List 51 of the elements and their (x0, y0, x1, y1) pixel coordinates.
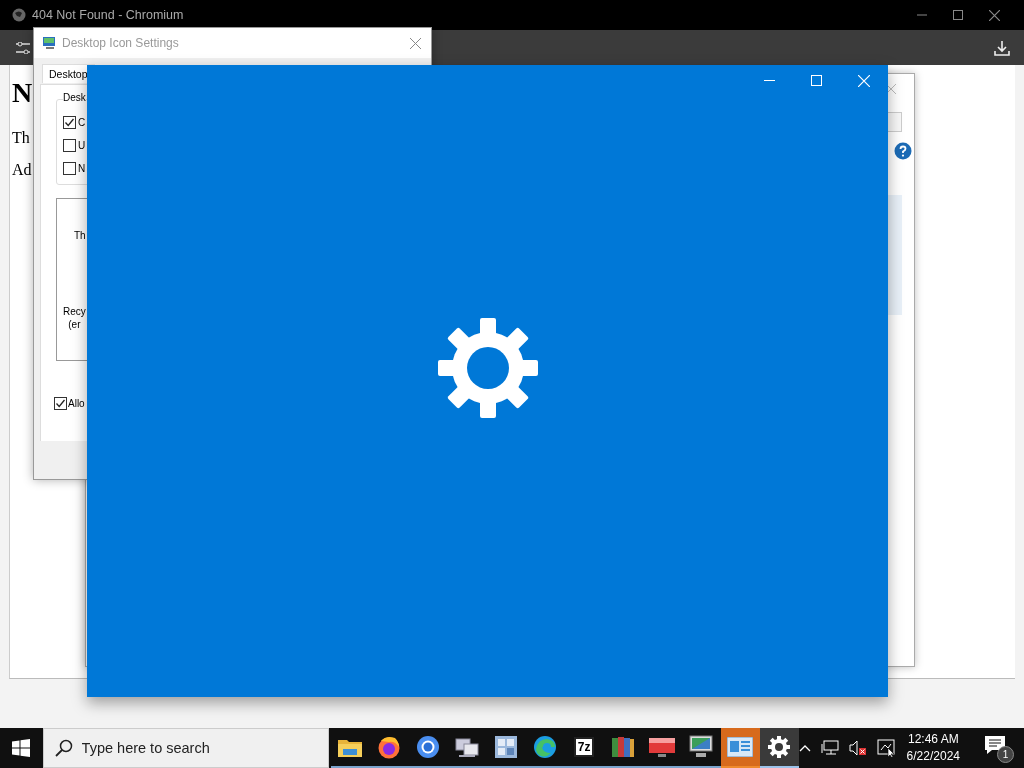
maximize-icon[interactable] (953, 10, 963, 20)
checkbox-label: Allo (68, 398, 85, 409)
tray-app-icon[interactable] (876, 739, 895, 757)
checkbox[interactable] (54, 397, 67, 410)
checkbox[interactable] (63, 116, 76, 129)
clock-date: 6/22/2024 (906, 748, 960, 765)
page-text: Ad (12, 161, 32, 179)
icon-label: Recy (63, 305, 86, 318)
checkbox[interactable] (63, 162, 76, 175)
window-title: 404 Not Found - Chromium (32, 8, 184, 22)
grid-icon[interactable] (495, 736, 518, 758)
globe-icon (12, 8, 26, 22)
clock-time: 12:46 AM (907, 731, 959, 748)
taskbar-app-button[interactable]: 7z (564, 728, 604, 768)
notification-count-badge: 1 (997, 746, 1014, 763)
firefox-icon[interactable] (377, 735, 402, 759)
group-label: Desk (63, 92, 86, 103)
checkbox[interactable] (63, 139, 76, 152)
monitor-icon[interactable] (649, 736, 676, 758)
windows-logo-icon[interactable] (12, 739, 31, 757)
dialog-title: Desktop Icon Settings (62, 36, 180, 50)
network-icon[interactable] (820, 740, 839, 756)
settings-icon (437, 318, 538, 418)
chromium-icon[interactable] (416, 735, 441, 759)
monitor-icon (43, 36, 56, 50)
icon-label: Th (74, 229, 86, 242)
icon-label: (er (68, 318, 81, 331)
search-icon (54, 739, 73, 757)
computer-icon[interactable] (689, 735, 714, 759)
computers-icon[interactable] (455, 736, 480, 758)
folder-icon[interactable] (338, 737, 363, 757)
page-heading: N (12, 77, 33, 109)
edge-icon[interactable] (533, 735, 558, 759)
close-icon[interactable] (886, 84, 896, 94)
page-text: Th (12, 129, 30, 147)
chevron-up-icon[interactable] (798, 744, 811, 752)
close-icon[interactable] (410, 37, 421, 49)
search-field[interactable]: Type here to search (42, 728, 329, 768)
download-icon[interactable] (994, 39, 1010, 56)
sliders-icon[interactable] (16, 41, 30, 54)
checkbox-label: C (78, 117, 86, 128)
close-icon[interactable] (989, 9, 1000, 21)
settings-icon[interactable] (767, 735, 792, 759)
volume-muted-icon[interactable] (848, 740, 867, 756)
books-icon[interactable] (611, 735, 636, 759)
checkbox-label: U (78, 140, 86, 151)
taskbar-app-button[interactable] (720, 728, 760, 768)
help-icon[interactable] (894, 142, 912, 160)
checkbox-label: N (78, 163, 86, 174)
taskbar-app-button[interactable] (759, 728, 799, 768)
archive-icon[interactable]: 7z (573, 737, 595, 757)
